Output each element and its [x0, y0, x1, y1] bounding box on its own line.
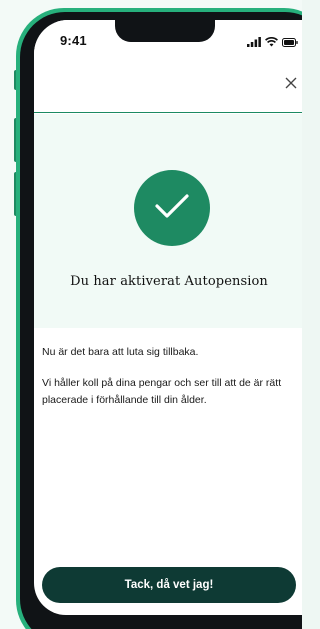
body-paragraph: Nu är det bara att luta sig tillbaka. [42, 346, 199, 358]
confirmation-hero: Du har aktiverat Autopension [34, 114, 302, 328]
page: 9:41 Du har aktiverat Autopension Nu är … [0, 0, 302, 629]
confirmation-body: Nu är det bara att luta sig tillbaka. Vi… [42, 344, 302, 423]
acknowledge-button[interactable]: Tack, då vet jag! [42, 567, 296, 603]
phone-screen: 9:41 Du har aktiverat Autopension Nu är … [34, 20, 302, 615]
close-button[interactable] [280, 74, 302, 96]
phone-notch [115, 20, 215, 42]
signal-icon [247, 34, 261, 52]
success-badge [134, 170, 210, 246]
wifi-icon [265, 34, 278, 52]
checkmark-icon [153, 191, 191, 226]
sheet-header [34, 64, 302, 113]
close-icon [285, 76, 297, 94]
body-paragraph: Vi håller koll på dina pengar och ser ti… [42, 377, 282, 406]
confirmation-title: Du har aktiverat Autopension [70, 274, 268, 289]
battery-icon [282, 34, 298, 52]
status-icons [247, 34, 298, 52]
status-time: 9:41 [60, 33, 87, 48]
